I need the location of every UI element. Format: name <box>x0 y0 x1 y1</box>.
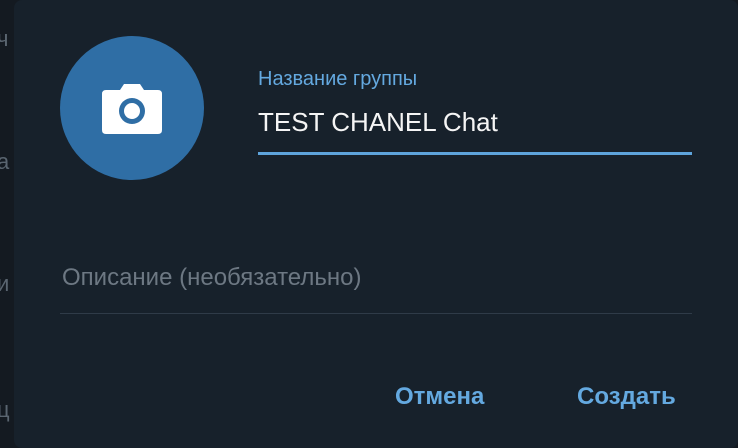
background-text-fragment: ч <box>0 26 9 51</box>
group-photo-picker[interactable] <box>60 36 204 180</box>
background-text-fragment: ц <box>0 397 10 422</box>
group-name-label: Название группы <box>258 68 418 90</box>
background-text-fragment: и <box>0 271 10 296</box>
description-underline <box>60 313 692 314</box>
new-group-dialog: Название группы TEST CHANEL Chat Описани… <box>14 0 738 448</box>
description-input[interactable]: Описание (необязательно) <box>62 260 692 300</box>
background-text-fragment: а <box>0 149 10 174</box>
create-button[interactable]: Создать <box>577 380 676 414</box>
group-name-input[interactable]: TEST CHANEL Chat <box>258 104 692 144</box>
camera-icon <box>102 84 162 134</box>
cancel-button[interactable]: Отмена <box>395 380 484 414</box>
group-name-underline <box>258 152 692 155</box>
